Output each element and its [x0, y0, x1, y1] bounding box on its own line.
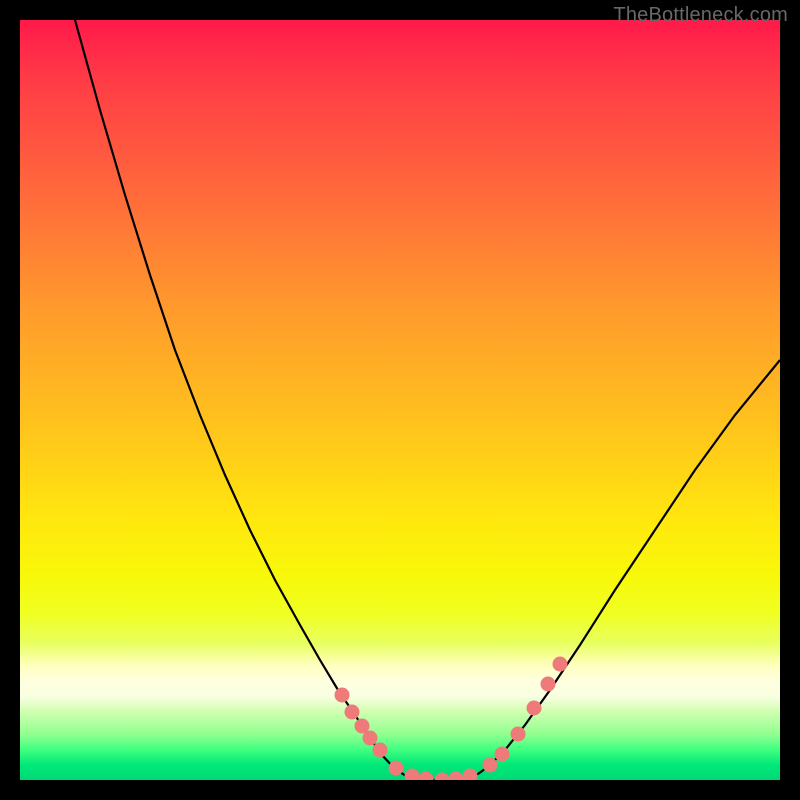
dot-marker	[389, 761, 404, 776]
dot-marker	[495, 747, 510, 762]
dot-marker	[527, 701, 542, 716]
dot-markers	[335, 657, 568, 781]
dot-marker	[419, 772, 434, 781]
chart-svg	[20, 20, 780, 780]
dot-marker	[483, 758, 498, 773]
dot-marker	[463, 769, 478, 781]
dot-marker	[345, 705, 360, 720]
dot-marker	[405, 769, 420, 781]
dot-marker	[511, 727, 526, 742]
chart-frame: TheBottleneck.com	[0, 0, 800, 800]
dot-marker	[541, 677, 556, 692]
dot-marker	[335, 688, 350, 703]
dot-marker	[553, 657, 568, 672]
right-curve	[478, 360, 780, 774]
curve-group	[75, 20, 780, 780]
dot-marker	[435, 773, 450, 781]
dot-marker	[449, 772, 464, 781]
left-curve	[75, 20, 406, 776]
dot-marker	[363, 731, 378, 746]
dot-marker	[373, 743, 388, 758]
watermark-text: TheBottleneck.com	[613, 4, 788, 27]
